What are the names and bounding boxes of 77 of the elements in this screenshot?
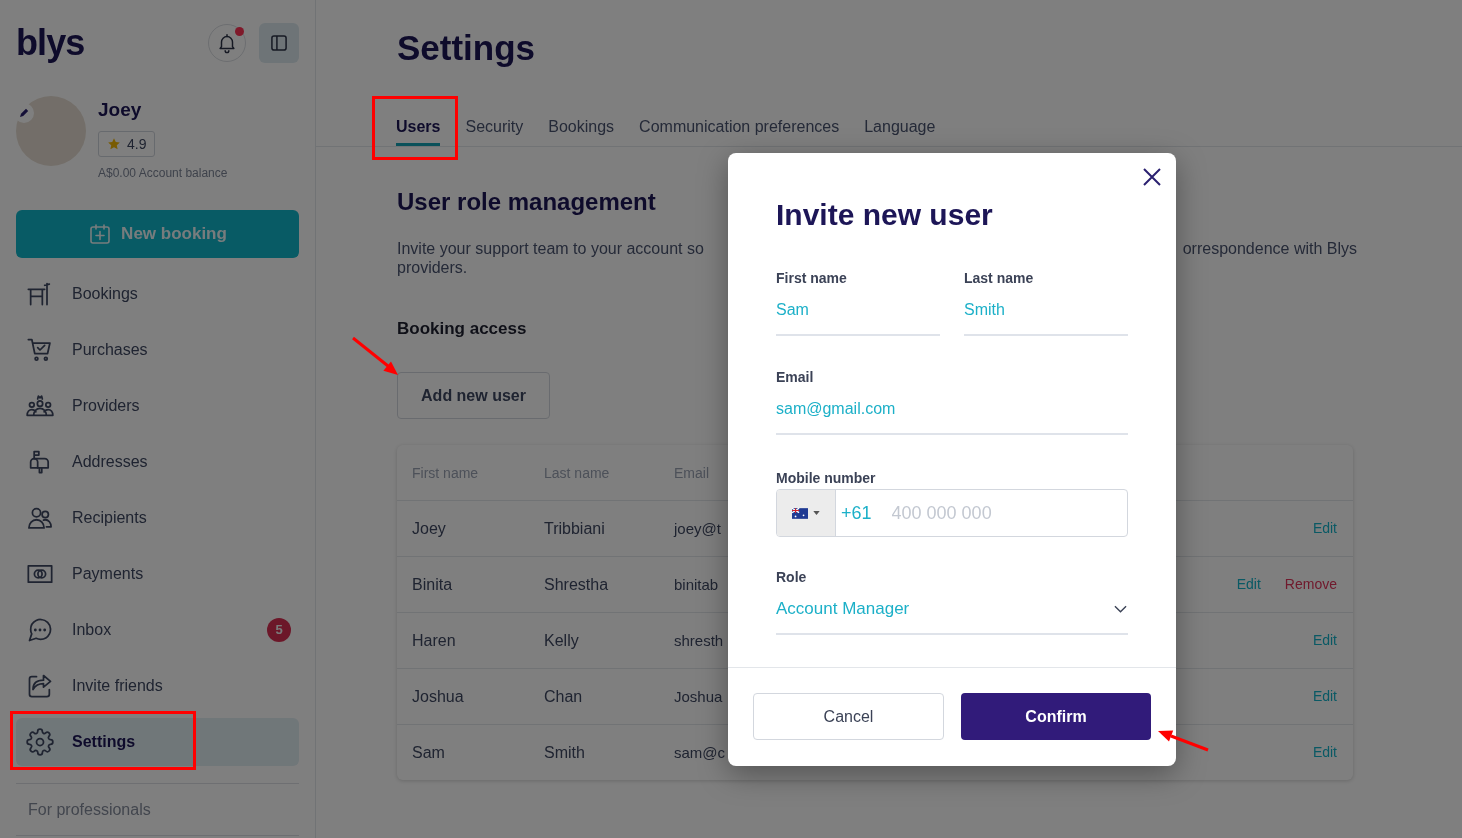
subsection-title: Booking access [397,318,527,340]
table-cell: shresth [674,631,724,649]
nav-item[interactable]: Addresses [16,438,299,486]
add-user-button[interactable]: Add new user [397,372,550,419]
field-label: Mobile number [776,470,876,486]
tab[interactable]: Communication preferences [639,117,840,146]
tab[interactable]: Bookings [548,117,615,146]
table-cell: joey@t [674,519,721,537]
panel-icon [269,33,289,53]
nav-item[interactable]: Invite friends [16,662,299,710]
table-cell: Smith [544,743,585,761]
description-text: orrespondence with Blys [1182,239,1357,258]
phone-field[interactable]: +61 400 000 000 [776,489,1128,537]
text-input[interactable]: Smith [964,290,1128,336]
field-label: Role [776,569,807,585]
table-cell: Sam [412,743,445,761]
text-input[interactable]: Sam [776,290,940,336]
account-balance: A$0.00 Account balance [98,166,228,180]
confirm-button[interactable]: Confirm [961,693,1151,740]
nav-item[interactable]: Purchases [16,326,299,374]
nav-item[interactable]: Bookings [16,270,299,318]
remove-link[interactable]: Remove [1284,574,1337,595]
country-select[interactable] [777,490,836,536]
table-cell: Tribbiani [544,519,605,537]
cart-icon [26,336,54,364]
field-label: Email [776,369,814,385]
flag-icon [792,507,808,519]
table-cell: Haren [412,631,456,649]
professionals-link[interactable]: For professionals [28,797,151,822]
dial-code: +61 [840,501,872,525]
logo: blys [16,23,85,63]
nav-item[interactable]: Recipients [16,494,299,542]
description-text: Invite your support team to your account so [397,239,704,258]
page-title: Settings [397,27,536,69]
text-input[interactable]: sam@gmail.com [776,389,1128,435]
phone-input[interactable]: 400 000 000 [871,490,1127,536]
nav-item[interactable]: Payments [16,550,299,598]
edit-link[interactable]: Edit [1236,574,1261,595]
chat-icon [26,616,54,644]
edit-link[interactable]: Edit [1312,742,1337,763]
gear-icon [26,728,54,756]
caret-icon [813,511,820,515]
tab[interactable]: Language [864,117,936,146]
star-icon [107,137,121,151]
calendar-plus-icon [88,222,113,246]
table-cell: Shrestha [544,575,609,593]
unread-badge: 5 [267,618,291,642]
edit-link[interactable]: Edit [1312,630,1337,651]
table-cell: Joey [412,519,446,537]
share-icon [26,672,54,700]
tab[interactable]: Users [396,117,441,146]
close-icon[interactable] [1143,168,1161,186]
bell-icon [216,32,238,54]
tab[interactable]: Security [465,117,524,146]
modal-title: Invite new user [776,197,993,233]
edit-link[interactable]: Edit [1312,686,1337,707]
table-cell: Joshua [412,687,464,705]
table-cell: sam@c [674,743,726,761]
nav-item[interactable]: Inbox 5 [16,606,299,654]
nav-item[interactable]: Settings [16,718,299,766]
description-text: providers. [397,258,468,277]
chevron-down-icon [1114,604,1127,613]
table-cell: Chan [544,687,583,705]
role-select[interactable]: Account Manager [776,589,1128,635]
table-cell: Kelly [544,631,579,649]
cancel-button[interactable]: Cancel [753,693,944,740]
table-cell: binitab [674,575,719,593]
field-label: Last name [964,270,1034,286]
table-cell: Binita [412,575,453,593]
profile-name: Joey [98,98,142,122]
edit-link[interactable]: Edit [1312,518,1337,539]
rating-value: 4.9 [127,134,147,154]
section-title: User role management [397,187,656,217]
sidebar-toggle-button[interactable] [259,23,299,63]
field-label: First name [776,270,847,286]
nav-item[interactable]: Providers [16,382,299,430]
table-cell: Joshua [674,687,723,705]
